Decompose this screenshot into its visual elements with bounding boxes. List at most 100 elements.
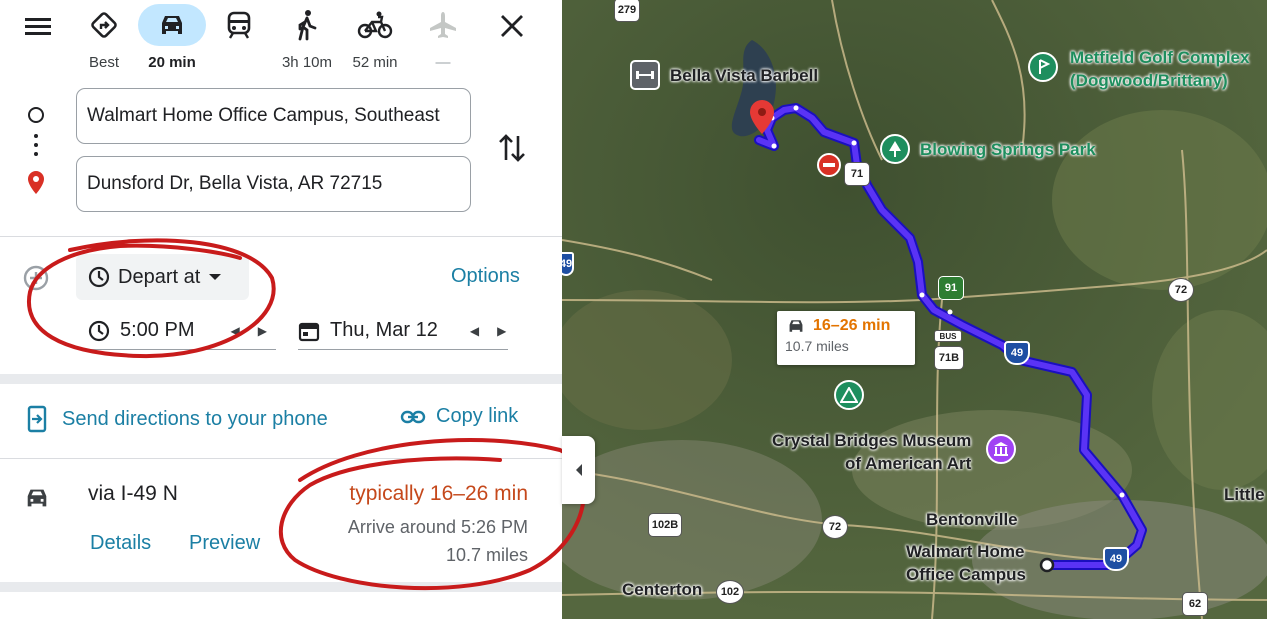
car-icon — [22, 485, 52, 516]
time-picker[interactable]: 5:00 PM ◀ ▶ — [88, 312, 276, 350]
callout-distance: 10.7 miles — [785, 338, 849, 354]
swap-icon — [499, 134, 525, 162]
divider — [0, 458, 562, 459]
depart-at-label: Depart at — [118, 265, 201, 288]
map-label-crystal-bridges[interactable]: Crystal Bridges Museum — [772, 431, 971, 451]
mode-walk[interactable]: 3h 10m — [273, 4, 341, 72]
send-to-phone-icon — [27, 405, 47, 433]
destination-input[interactable] — [87, 173, 460, 195]
route-shield-i49: 49 — [1004, 341, 1030, 365]
walk-icon — [298, 10, 317, 41]
clock-icon — [88, 320, 110, 341]
destination-field[interactable] — [76, 156, 471, 212]
send-to-phone-label: Send directions to your phone — [62, 407, 328, 430]
details-link[interactable]: Details — [90, 532, 151, 555]
origin-input[interactable] — [87, 105, 460, 127]
caret-down-icon — [209, 274, 222, 280]
date-prev-icon[interactable]: ◀ — [470, 324, 479, 338]
diamond-turn-icon — [91, 12, 117, 38]
time-prev-icon[interactable]: ◀ — [230, 324, 239, 338]
map-label-centerton[interactable]: Centerton — [622, 580, 702, 600]
route-via-label: via I-49 N — [88, 482, 178, 505]
add-circle-icon — [23, 265, 49, 291]
route-shield-102: 102 — [716, 580, 744, 604]
car-icon — [162, 16, 182, 34]
route-shield-i49-edge: 49 — [562, 252, 574, 276]
route-callout[interactable]: 16–26 min 10.7 miles — [777, 311, 915, 365]
chevron-left-icon — [575, 464, 582, 476]
route-shield-bus: BUS — [934, 330, 962, 342]
clock-icon — [88, 266, 110, 288]
time-next-icon[interactable]: ▶ — [258, 324, 267, 338]
route-shield-62: 62 — [1182, 592, 1208, 616]
route-dots-icon — [34, 134, 38, 160]
campground-icon[interactable] — [834, 380, 864, 410]
add-stop-button[interactable] — [22, 264, 50, 297]
park-icon[interactable] — [880, 134, 910, 164]
callout-time: 16–26 min — [813, 317, 891, 334]
map-label-metfield-sub: (Dogwood/Brittany) — [1070, 71, 1228, 90]
close-button[interactable] — [496, 12, 528, 40]
swap-button[interactable] — [496, 130, 528, 166]
route-shield-72-west: 72 — [822, 515, 848, 539]
date-value: Thu, Mar 12 — [330, 319, 438, 341]
gym-icon[interactable] — [630, 60, 660, 90]
mode-drive-label: 20 min — [148, 54, 196, 71]
plane-icon — [430, 12, 456, 38]
route-shield-279: 279 — [614, 0, 640, 22]
bike-icon — [357, 11, 393, 39]
map-label-walmart-sub: Office Campus — [906, 565, 1026, 584]
route-shield-i49-south: 49 — [1103, 547, 1129, 571]
date-next-icon[interactable]: ▶ — [497, 324, 506, 338]
car-icon — [789, 320, 803, 332]
options-link[interactable]: Options — [451, 265, 520, 288]
calendar-icon — [298, 322, 320, 341]
link-icon — [400, 410, 426, 423]
section-divider — [0, 374, 562, 384]
route-shield-72-east: 72 — [1168, 278, 1194, 302]
menu-button[interactable] — [22, 12, 54, 40]
map-label-crystal-bridges-sub: of American Art — [845, 454, 972, 473]
train-icon — [227, 11, 251, 39]
mode-flight-label: — — [435, 54, 451, 71]
copy-link-label: Copy link — [436, 405, 519, 427]
send-to-phone-button[interactable]: Send directions to your phone — [26, 405, 328, 433]
preview-link[interactable]: Preview — [189, 532, 260, 555]
close-icon — [501, 15, 523, 37]
directions-panel: Best 20 min 3h 10m 52 min — Walmart Home… — [0, 0, 562, 619]
time-value: 5:00 PM — [120, 319, 195, 341]
route-duration: typically 16–26 min — [349, 482, 528, 505]
map-label-bentonville[interactable]: Bentonville — [926, 510, 1018, 530]
destination-pin-icon — [26, 170, 46, 201]
collapse-panel-button[interactable] — [562, 436, 595, 504]
map-label-little[interactable]: Little — [1224, 485, 1265, 505]
map-label-bella-vista-barbell[interactable]: Bella Vista Barbell — [670, 66, 818, 86]
date-picker[interactable]: Thu, Mar 12 ◀ ▶ — [298, 312, 508, 350]
map-label-blowing-springs[interactable]: Blowing Springs Park — [920, 140, 1096, 160]
mode-walk-label: 3h 10m — [281, 54, 333, 71]
mode-flight[interactable]: — — [409, 4, 477, 72]
mode-bike[interactable]: 52 min — [341, 4, 409, 72]
route-arrival-time: Arrive around 5:26 PM — [347, 517, 528, 537]
route-shield-71: 71 — [844, 162, 870, 186]
map-view[interactable]: Bella Vista Barbell Metfield Golf Comple… — [562, 0, 1267, 619]
mode-transit[interactable] — [205, 4, 273, 72]
route-shield-71b: 71B — [934, 346, 964, 370]
mode-drive[interactable]: 20 min — [138, 4, 206, 72]
mode-best-label: Best — [88, 54, 119, 71]
divider — [0, 236, 562, 237]
origin-circle-icon — [28, 107, 44, 123]
origin-field[interactable] — [76, 88, 471, 144]
map-label-metfield[interactable]: Metfield Golf Complex — [1070, 48, 1249, 68]
map-label-walmart[interactable]: Walmart Home — [906, 542, 1024, 562]
section-divider — [0, 582, 562, 592]
route-shield-102b: 102B — [648, 513, 682, 537]
depart-at-dropdown[interactable]: Depart at — [76, 254, 249, 300]
mode-best[interactable]: Best — [70, 4, 138, 72]
route-shield-91: 91 — [938, 276, 964, 300]
golf-icon[interactable] — [1028, 52, 1058, 82]
museum-icon[interactable] — [986, 434, 1016, 464]
mode-bike-label: 52 min — [352, 54, 398, 71]
menu-icon — [25, 18, 51, 35]
copy-link-button[interactable]: Copy link — [400, 405, 518, 428]
